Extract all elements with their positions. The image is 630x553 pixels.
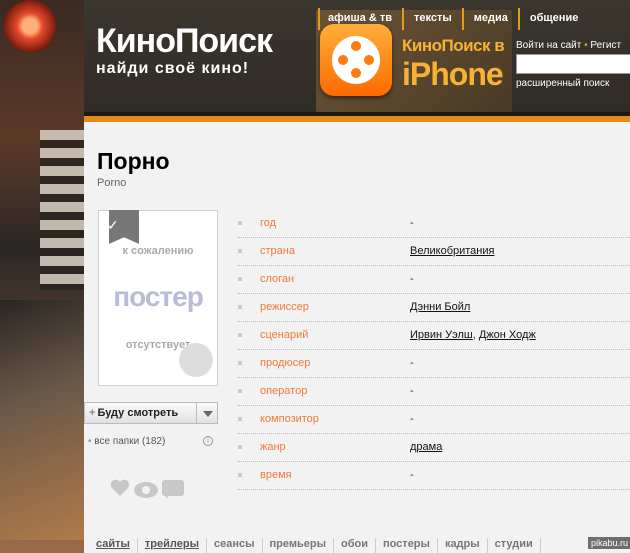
info-label: сценарий	[260, 329, 309, 341]
info-row-genre: жанр драма	[238, 434, 630, 462]
info-value: -	[410, 273, 414, 285]
folders-label: все папки (182)	[94, 436, 166, 447]
info-row-producer: продюсер -	[238, 350, 630, 378]
main-content: Порно Porno ✓ к сожалению постер отсутст…	[84, 122, 630, 553]
country-link[interactable]: Великобритания	[410, 245, 494, 257]
info-row-slogan: слоган -	[238, 266, 630, 294]
site-tagline: найди своё кино!	[96, 60, 250, 77]
info-label: страна	[260, 245, 295, 257]
promo-line-1: КиноПоиск в	[402, 36, 505, 55]
movie-tabs: сайты трейлеры сеансы премьеры обои пост…	[90, 538, 541, 553]
info-value: -	[410, 413, 414, 425]
search-input[interactable]	[516, 54, 630, 74]
writer-link[interactable]: Ирвин Уэлш	[410, 329, 473, 341]
heart-icon[interactable]	[110, 480, 130, 498]
info-label: композитор	[260, 413, 319, 425]
info-value: -	[410, 357, 414, 369]
site-logo[interactable]: КиноПоиск	[96, 24, 273, 58]
poster-placeholder[interactable]: ✓ к сожалению постер отсутствует	[98, 210, 218, 386]
check-icon: ✓	[107, 217, 119, 233]
nav-item-media[interactable]: медиа	[461, 8, 518, 30]
nav-item-texts[interactable]: тексты	[402, 8, 462, 30]
info-row-screenplay: сценарий Ирвин Уэлш, Джон Ходж	[238, 322, 630, 350]
info-label: оператор	[260, 385, 308, 397]
promo-line-2: iPhone	[402, 56, 504, 92]
top-navigation: афиша & тв тексты медиа общение	[318, 8, 630, 30]
login-link[interactable]: Войти на сайт	[516, 40, 581, 51]
info-row-runtime: время -	[238, 462, 630, 490]
robot-teeth-art	[40, 130, 84, 290]
info-row-director: режиссер Дэнни Бойл	[238, 294, 630, 322]
info-value: -	[410, 469, 414, 481]
film-reel-app-icon	[320, 24, 392, 96]
nav-item-afisha[interactable]: афиша & тв	[318, 8, 402, 30]
chevron-down-icon[interactable]	[196, 402, 218, 424]
tab-wallpapers[interactable]: обои	[334, 538, 376, 553]
site-header: КиноПоиск найди своё кино! КиноПоиск в i…	[84, 0, 630, 121]
plus-icon: +	[89, 407, 96, 419]
director-link[interactable]: Дэнни Бойл	[410, 301, 470, 313]
nav-item-community[interactable]: общение	[517, 8, 588, 30]
tab-posters[interactable]: постеры	[376, 538, 438, 553]
tab-premieres[interactable]: премьеры	[263, 538, 334, 553]
eye-icon[interactable]	[134, 482, 158, 498]
info-label: жанр	[260, 441, 286, 453]
robot-arm-art	[0, 300, 84, 540]
robot-eye-art	[4, 0, 56, 52]
film-reel-icon	[332, 36, 380, 84]
comment-icon[interactable]	[162, 480, 184, 499]
film-reel-icon	[179, 343, 213, 377]
info-icon[interactable]: i	[203, 436, 213, 446]
original-title: Porno	[97, 177, 127, 189]
register-link[interactable]: Регист	[590, 40, 621, 51]
user-actions	[110, 480, 184, 499]
poster-missing-line1: к сожалению	[122, 245, 194, 257]
info-row-composer: композитор -	[238, 406, 630, 434]
info-row-operator: оператор -	[238, 378, 630, 406]
tab-sites[interactable]: сайты	[90, 538, 138, 553]
poster-missing-line2: постер	[113, 281, 204, 312]
info-label: режиссер	[260, 301, 309, 313]
watch-later-button[interactable]: + Буду смотреть	[84, 402, 200, 424]
info-value: -	[410, 385, 414, 397]
writer-link[interactable]: Джон Ходж	[479, 329, 536, 341]
page-title: Порно	[97, 148, 170, 174]
info-label: слоган	[260, 273, 295, 285]
info-row-country: страна Великобритания	[238, 238, 630, 266]
watermark: pikabu.ru	[588, 537, 630, 549]
movie-info-table: год - страна Великобритания слоган - реж…	[238, 210, 630, 490]
tab-trailers[interactable]: трейлеры	[138, 538, 207, 553]
watch-later-label: Буду смотреть	[97, 407, 179, 419]
info-row-year: год -	[238, 210, 630, 238]
advanced-search-link[interactable]: расширенный поиск	[516, 78, 609, 89]
info-value: -	[410, 217, 414, 229]
login-links: Войти на сайт • Регист	[516, 40, 621, 51]
tab-stills[interactable]: кадры	[438, 538, 488, 553]
info-label: время	[260, 469, 292, 481]
tab-studios[interactable]: студии	[488, 538, 541, 553]
folders-link[interactable]: • все папки (182)	[88, 436, 165, 447]
genre-link[interactable]: драма	[410, 441, 442, 453]
background-art	[0, 0, 84, 553]
info-label: год	[260, 217, 277, 229]
info-label: продюсер	[260, 357, 311, 369]
tab-showtimes[interactable]: сеансы	[207, 538, 263, 553]
